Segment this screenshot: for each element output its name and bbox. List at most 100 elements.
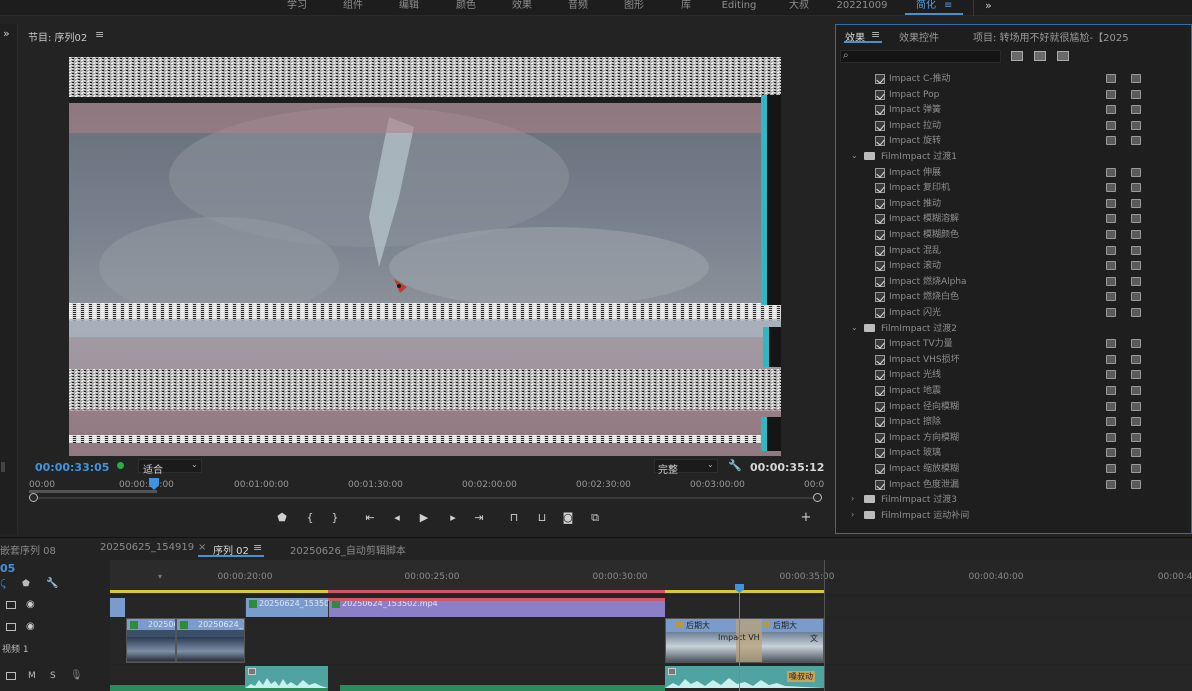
fit-zoom-select[interactable]: 适合 ⌄ — [138, 459, 202, 476]
effect-item[interactable]: Impact 模糊溶解 — [836, 211, 1191, 227]
accelerated-effects-filter-icon[interactable] — [1011, 51, 1023, 61]
extract-icon[interactable]: ⊔ — [534, 512, 550, 524]
go-to-in-icon[interactable]: ⇤ — [364, 512, 376, 524]
expand-chevron-icon[interactable]: » — [3, 27, 10, 40]
audio-clip[interactable] — [340, 685, 665, 691]
snap-icon[interactable]: ⤹ — [0, 579, 6, 590]
workspace-tab-editing[interactable]: 编辑 — [399, 0, 419, 14]
microphone-icon[interactable]: 🎙 — [70, 670, 83, 681]
workspace-menu-icon[interactable]: ≡ — [944, 0, 952, 11]
program-current-timecode[interactable]: 00:00:33:05 — [35, 461, 109, 474]
effect-item[interactable]: Impact 闪光 — [836, 305, 1191, 321]
effect-folder[interactable]: › FilmImpact 运动补间 — [836, 508, 1191, 521]
audio-clip[interactable]: 嗓叔动 — [665, 666, 824, 688]
effect-item[interactable]: Impact 地震 — [836, 383, 1191, 399]
timeline-settings-wrench-icon[interactable]: 🔧 — [46, 578, 58, 589]
effect-item[interactable]: Impact 色度泄漏 — [836, 477, 1191, 493]
timeline-tab-20250625[interactable]: 20250625_154919 — [100, 542, 194, 553]
effect-folder[interactable]: › FilmImpact 过渡3 — [836, 492, 1191, 508]
close-tab-icon[interactable]: × — [198, 542, 206, 553]
add-marker-icon[interactable]: ⬟ — [22, 579, 30, 589]
effects-search-input[interactable]: ⌕ — [840, 50, 1001, 63]
effect-item[interactable]: Impact 推动 — [836, 196, 1191, 212]
go-to-out-icon[interactable]: ⇥ — [473, 512, 485, 524]
effect-item[interactable]: Impact 燃烧Alpha — [836, 274, 1191, 290]
zoom-handle-left[interactable] — [29, 493, 38, 502]
effect-item[interactable]: Impact 弹簧 — [836, 102, 1191, 118]
video-clip[interactable]: 20250624_153 — [176, 618, 245, 663]
audio-clip[interactable] — [245, 666, 328, 688]
timeline-tab-nested-08[interactable]: 嵌套序列 08 — [0, 542, 56, 557]
program-menu-icon[interactable]: ≡ — [95, 28, 104, 41]
effect-item[interactable]: Impact TV力量 — [836, 336, 1191, 352]
effect-item[interactable]: Impact 擦除 — [836, 414, 1191, 430]
effect-item[interactable]: Impact 混乱 — [836, 243, 1191, 259]
toggle-sync-lock-icon[interactable] — [6, 672, 16, 680]
effects-menu-icon[interactable]: ≡ — [871, 28, 880, 41]
mark-in-icon[interactable]: { — [304, 512, 316, 524]
workspace-tab-20221009[interactable]: 20221009 — [837, 0, 888, 14]
workspace-tab-learning[interactable]: 学习 — [287, 0, 307, 14]
chevron-right-icon[interactable]: › — [851, 510, 854, 519]
timeline-tab-auto-script[interactable]: 20250626_自动剪辑脚本 — [290, 542, 406, 557]
workspace-tab-effects[interactable]: 效果 — [512, 0, 532, 14]
add-marker-icon[interactable]: ⬟ — [276, 512, 288, 524]
overflow-chevron-icon[interactable]: » — [985, 0, 992, 12]
step-forward-icon[interactable]: ▸ — [447, 512, 459, 524]
workspace-tab-audio[interactable]: 音频 — [568, 0, 588, 14]
timeline-menu-icon[interactable]: ≡ — [253, 541, 262, 554]
chevron-right-icon[interactable]: › — [851, 494, 854, 503]
workspace-tab-library[interactable]: 库 — [681, 0, 691, 14]
solo-button[interactable]: S — [50, 671, 56, 681]
effect-item[interactable]: Impact Pop — [836, 87, 1191, 103]
yuv-effects-filter-icon[interactable] — [1057, 51, 1069, 61]
effect-item[interactable]: Impact 复印机 — [836, 180, 1191, 196]
effect-folder[interactable]: ⌄ FilmImpact 过渡1 — [836, 149, 1191, 165]
tab-effect-controls[interactable]: 效果控件 — [899, 29, 939, 44]
workspace-tab-assembly[interactable]: 组件 — [343, 0, 363, 14]
workspace-tab-graphics[interactable]: 图形 — [624, 0, 644, 14]
effect-item[interactable]: Impact 光线 — [836, 367, 1191, 383]
eye-icon[interactable]: ◉ — [26, 621, 35, 632]
toggle-sync-lock-icon[interactable] — [6, 601, 16, 609]
add-button-icon[interactable]: + — [800, 511, 812, 524]
comparison-view-icon[interactable]: ⧉ — [588, 512, 602, 524]
effect-item[interactable]: Impact C-推动 — [836, 71, 1191, 87]
playback-resolution-select[interactable]: 完整 ⌄ — [654, 459, 718, 476]
workspace-tab-simplified[interactable]: 简化 — [916, 0, 936, 14]
effect-item[interactable]: Impact 拉动 — [836, 118, 1191, 134]
tab-project[interactable]: 项目: 转场用不好就很尴尬-【2025 — [973, 29, 1129, 44]
effect-item[interactable]: Impact 旋转 — [836, 133, 1191, 149]
video-clip[interactable] — [110, 598, 125, 617]
export-frame-camera-icon[interactable]: ◙ — [562, 512, 574, 524]
video-clip[interactable]: 20250624_153502 — [245, 598, 328, 617]
track-v1[interactable] — [110, 618, 1192, 664]
timeline-timecode[interactable]: 05 — [0, 562, 15, 575]
video-clip[interactable]: 2025062 — [126, 618, 176, 663]
mute-button[interactable]: M — [28, 671, 36, 681]
mark-out-icon[interactable]: } — [329, 512, 341, 524]
effect-item[interactable]: Impact 缩放模糊 — [836, 461, 1191, 477]
chevron-down-icon[interactable]: ⌄ — [851, 323, 858, 332]
effect-item[interactable]: Impact 模糊颜色 — [836, 227, 1191, 243]
zoom-scroll-bar[interactable] — [29, 497, 821, 499]
step-back-icon[interactable]: ◂ — [391, 512, 403, 524]
effect-item[interactable]: Impact 滚动 — [836, 258, 1191, 274]
lift-icon[interactable]: ⊓ — [506, 512, 522, 524]
video-clip[interactable]: 后期大 Impact VH 后期大 文 — [665, 618, 824, 663]
effect-item[interactable]: Impact VHS损坏 — [836, 352, 1191, 368]
play-icon[interactable]: ▶ — [418, 512, 430, 524]
workspace-tab-dashu[interactable]: 大叔 — [789, 0, 809, 14]
effect-item[interactable]: Impact 伸展 — [836, 165, 1191, 181]
effect-item[interactable]: Impact 方向模糊 — [836, 430, 1191, 446]
scroll-handle[interactable] — [1, 462, 5, 472]
effect-item[interactable]: Impact 玻璃 — [836, 445, 1191, 461]
chevron-down-icon[interactable]: ⌄ — [851, 151, 858, 160]
workspace-tab-color[interactable]: 颜色 — [456, 0, 476, 14]
effect-folder[interactable]: ⌄ FilmImpact 过渡2 — [836, 321, 1191, 337]
wrench-settings-icon[interactable]: 🔧 — [728, 459, 742, 472]
toggle-sync-lock-icon[interactable] — [6, 623, 16, 631]
zoom-handle-right[interactable] — [813, 493, 822, 502]
effect-item[interactable]: Impact 径向模糊 — [836, 399, 1191, 415]
workspace-tab-editing-en[interactable]: Editing — [722, 0, 757, 14]
